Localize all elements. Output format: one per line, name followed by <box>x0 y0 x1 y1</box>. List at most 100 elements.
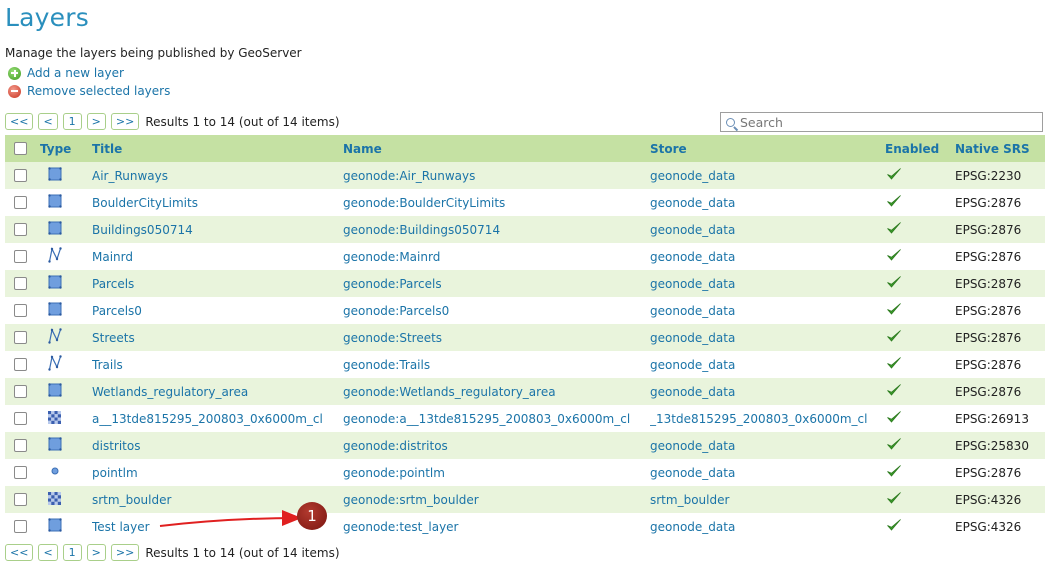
search-input[interactable] <box>740 114 1020 130</box>
native-srs-value: EPSG:2876 <box>955 465 1022 480</box>
pager-page-button[interactable]: 1 <box>62 113 82 130</box>
layer-name-link[interactable]: geonode:Air_Runways <box>343 169 475 183</box>
srs-cell: EPSG:2230 <box>955 162 1045 189</box>
layer-name-link[interactable]: geonode:Trails <box>343 358 430 372</box>
line-type-icon <box>48 328 92 347</box>
store-cell: geonode_data <box>650 162 885 189</box>
layer-title-link[interactable]: BoulderCityLimits <box>92 196 198 210</box>
row-checkbox[interactable] <box>14 277 27 290</box>
layer-name-link[interactable]: geonode:srtm_boulder <box>343 493 479 507</box>
page-title: Layers <box>5 3 89 32</box>
row-checkbox[interactable] <box>14 493 27 506</box>
store-link[interactable]: geonode_data <box>650 304 735 318</box>
store-link[interactable]: geonode_data <box>650 439 735 453</box>
table-row: pointlm geonode:pointlm geonode_data EPSG:2… <box>5 459 1045 486</box>
native-srs-value: EPSG:2876 <box>955 357 1022 372</box>
layer-name-link[interactable]: geonode:BoulderCityLimits <box>343 196 505 210</box>
row-checkbox[interactable] <box>14 439 27 452</box>
row-select-cell <box>5 324 40 351</box>
select-all-checkbox[interactable] <box>14 142 27 155</box>
row-checkbox[interactable] <box>14 466 27 479</box>
title-cell: Buildings050714 <box>92 216 343 243</box>
layer-name-link[interactable]: geonode:test_layer <box>343 520 458 534</box>
layer-title-link[interactable]: distritos <box>92 439 140 453</box>
column-header-type[interactable]: Type <box>40 135 92 162</box>
name-cell: geonode:pointlm <box>343 459 650 486</box>
column-header-enabled[interactable]: Enabled <box>885 135 955 162</box>
layer-title-link[interactable]: pointlm <box>92 466 138 480</box>
store-link[interactable]: geonode_data <box>650 223 735 237</box>
layer-name-link[interactable]: geonode:a__13tde815295_200803_0x6000m_cl <box>343 412 630 426</box>
row-checkbox[interactable] <box>14 250 27 263</box>
store-link[interactable]: geonode_data <box>650 466 735 480</box>
name-cell: geonode:Streets <box>343 324 650 351</box>
pager-last-button[interactable]: >> <box>110 544 140 561</box>
pager-next-button[interactable]: > <box>86 544 106 561</box>
pager-next-button[interactable]: > <box>86 113 106 130</box>
layer-title-link[interactable]: Trails <box>92 358 123 372</box>
layer-name-link[interactable]: geonode:Wetlands_regulatory_area <box>343 385 556 399</box>
layer-title-link[interactable]: Streets <box>92 331 135 345</box>
store-link[interactable]: geonode_data <box>650 169 735 183</box>
layer-title-link[interactable]: a__13tde815295_200803_0x6000m_cl <box>92 412 323 426</box>
layer-title-link[interactable]: Parcels <box>92 277 134 291</box>
layer-name-link[interactable]: geonode:Mainrd <box>343 250 440 264</box>
enabled-cell <box>885 513 955 540</box>
pager-page-button[interactable]: 1 <box>62 544 82 561</box>
enabled-cell <box>885 432 955 459</box>
native-srs-value: EPSG:2876 <box>955 195 1022 210</box>
pager-prev-button[interactable]: < <box>38 113 58 130</box>
layer-title-link[interactable]: Air_Runways <box>92 169 168 183</box>
table-row: Parcels geonode:Parcels geonode_data EPSG:2… <box>5 270 1045 297</box>
remove-selected-layers-link[interactable]: Remove selected layers <box>8 84 170 98</box>
layer-name-link[interactable]: geonode:distritos <box>343 439 448 453</box>
pager-prev-button[interactable]: < <box>38 544 58 561</box>
enabled-cell <box>885 459 955 486</box>
add-layer-link[interactable]: Add a new layer <box>8 66 124 80</box>
store-link[interactable]: geonode_data <box>650 358 735 372</box>
table-row: a__13tde815295_200803_0x6000m_cl geonode:… <box>5 405 1045 432</box>
layer-title-link[interactable]: Test layer <box>92 520 150 534</box>
type-cell <box>40 405 92 432</box>
srs-cell: EPSG:2876 <box>955 324 1045 351</box>
layer-title-link[interactable]: Parcels0 <box>92 304 142 318</box>
layer-title-link[interactable]: Wetlands_regulatory_area <box>92 385 248 399</box>
row-checkbox[interactable] <box>14 358 27 371</box>
layer-name-link[interactable]: geonode:Parcels0 <box>343 304 449 318</box>
store-link[interactable]: geonode_data <box>650 520 735 534</box>
store-link[interactable]: _13tde815295_200803_0x6000m_cl <box>650 412 868 426</box>
store-link[interactable]: geonode_data <box>650 277 735 291</box>
row-checkbox[interactable] <box>14 223 27 236</box>
column-header-title[interactable]: Title <box>92 135 343 162</box>
column-header-name[interactable]: Name <box>343 135 650 162</box>
layer-title-link[interactable]: srtm_boulder <box>92 493 171 507</box>
layer-name-link[interactable]: geonode:Buildings050714 <box>343 223 500 237</box>
store-link[interactable]: geonode_data <box>650 250 735 264</box>
type-cell <box>40 162 92 189</box>
store-link[interactable]: geonode_data <box>650 196 735 210</box>
row-checkbox[interactable] <box>14 331 27 344</box>
column-header-store[interactable]: Store <box>650 135 885 162</box>
store-link[interactable]: srtm_boulder <box>650 493 729 507</box>
enabled-check-icon <box>886 194 955 211</box>
layer-name-link[interactable]: geonode:Streets <box>343 331 442 345</box>
row-checkbox[interactable] <box>14 196 27 209</box>
row-checkbox[interactable] <box>14 385 27 398</box>
pager-first-button[interactable]: << <box>5 544 34 561</box>
store-link[interactable]: geonode_data <box>650 385 735 399</box>
pager-last-button[interactable]: >> <box>110 113 140 130</box>
layer-title-link[interactable]: Mainrd <box>92 250 133 264</box>
layer-title-link[interactable]: Buildings050714 <box>92 223 193 237</box>
store-link[interactable]: geonode_data <box>650 331 735 345</box>
pager-first-button[interactable]: << <box>5 113 34 130</box>
name-cell: geonode:distritos <box>343 432 650 459</box>
row-checkbox[interactable] <box>14 169 27 182</box>
row-checkbox[interactable] <box>14 520 27 533</box>
table-header-row: Type Title Name Store Enabled Native SRS <box>5 135 1045 162</box>
srs-cell: EPSG:2876 <box>955 297 1045 324</box>
row-checkbox[interactable] <box>14 304 27 317</box>
layer-name-link[interactable]: geonode:Parcels <box>343 277 442 291</box>
layer-name-link[interactable]: geonode:pointlm <box>343 466 445 480</box>
column-header-native-srs[interactable]: Native SRS <box>955 135 1045 162</box>
row-checkbox[interactable] <box>14 412 27 425</box>
